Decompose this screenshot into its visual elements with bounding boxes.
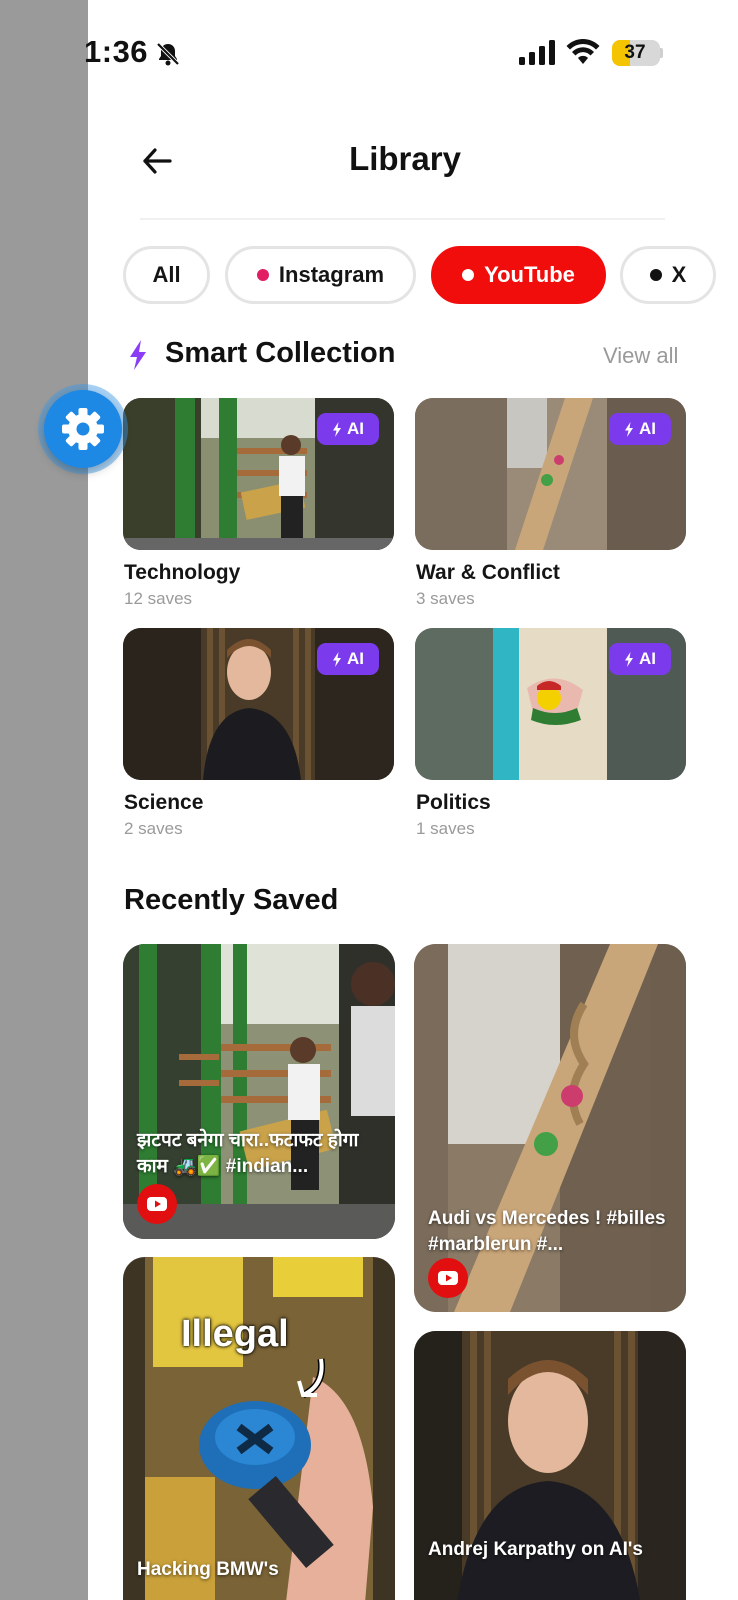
view-all-link[interactable]: View all [603,343,678,369]
page-title: Library [349,140,461,177]
youtube-icon [428,1258,468,1298]
collection-title: War & Conflict [416,561,560,584]
status-time: 1:36 [84,34,149,69]
overlay-text-illegal: Illegal [181,1313,289,1355]
recently-saved-heading: Recently Saved [124,884,339,916]
filter-instagram[interactable]: Instagram [225,246,416,304]
gear-icon [62,408,104,450]
back-arrow-icon[interactable] [140,144,174,178]
ai-badge: AI [609,643,671,675]
battery-indicator: 37 [612,40,660,66]
video-caption: झटपट बनेगा चारा..फटाफट होगा काम 🚜✅ #indi… [137,1130,359,1177]
filter-label: All [152,262,181,287]
saved-video-tile[interactable]: Andrej Karpathy on AI's [414,1331,686,1600]
lightning-bolt-icon [625,421,633,437]
lightning-bolt-icon [130,340,146,370]
ai-badge-label: AI [347,649,364,668]
lightning-bolt-icon [333,421,341,437]
collection-title: Politics [416,791,491,814]
bell-muted-icon [156,42,180,66]
collection-card-politics[interactable]: AI [415,628,686,780]
ai-badge: AI [317,413,379,445]
youtube-icon [137,1184,177,1224]
filter-label: X [671,262,687,287]
x-dot-icon [649,269,662,281]
filter-youtube[interactable]: YouTube [431,246,606,304]
curved-arrow-icon [297,1358,326,1399]
settings-button[interactable] [44,390,122,468]
collection-card-science[interactable]: AI [123,628,394,780]
collection-card-technology[interactable]: AI [123,398,394,550]
collection-title: Science [124,791,204,814]
collection-count: 12 saves [124,589,193,608]
battery-level: 37 [624,42,646,63]
collection-card-war-conflict[interactable]: AI [415,398,686,550]
video-caption: Audi vs Mercedes ! #billes #marblerun #.… [428,1208,666,1255]
video-caption: Andrej Karpathy on AI's [428,1539,643,1560]
video-caption: Hacking BMW's [137,1559,279,1580]
saved-video-tile[interactable]: Illegal Hacking BMW's [123,1257,395,1600]
filter-all[interactable]: All [123,246,210,304]
ai-badge: AI [317,643,379,675]
collection-title: Technology [124,561,241,584]
collection-count: 1 saves [416,819,475,838]
youtube-dot-icon [462,269,475,281]
header-divider [140,218,665,220]
ai-badge: AI [609,413,671,445]
cellular-signal-icon [519,40,555,65]
background-panel [0,0,88,1600]
lightning-bolt-icon [625,651,633,667]
filter-x[interactable]: X [620,246,716,304]
filter-label: YouTube [484,262,575,287]
battery-cap [660,48,663,58]
collection-count: 3 saves [416,589,475,608]
filter-label: Instagram [278,262,385,287]
collection-count: 2 saves [124,819,183,838]
ai-badge-label: AI [639,649,656,668]
wifi-icon [566,39,600,64]
video-thumbnail [123,1257,395,1600]
ai-badge-label: AI [639,419,656,438]
lightning-bolt-icon [333,651,341,667]
saved-video-tile[interactable]: Audi vs Mercedes ! #billes #marblerun #.… [414,944,686,1312]
instagram-dot-icon [256,269,269,281]
smart-collection-heading: Smart Collection [165,337,396,369]
ai-badge-label: AI [347,419,364,438]
saved-video-tile[interactable]: झटपट बनेगा चारा..फटाफट होगा काम 🚜✅ #indi… [123,944,395,1239]
